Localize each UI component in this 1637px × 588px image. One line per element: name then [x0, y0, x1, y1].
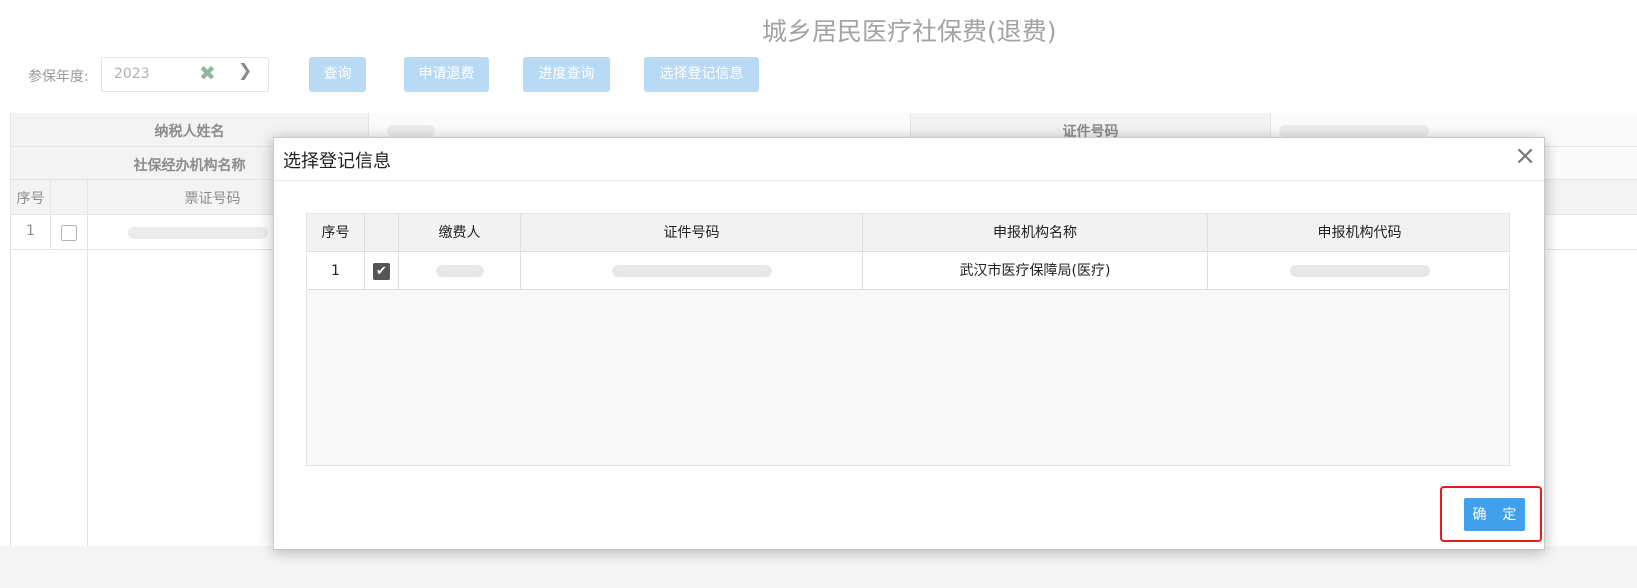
page: 城乡居民医疗社保费(退费) 参保年度: 2023 ✖ ❯ 查询 申请退费 进度查… — [0, 0, 1637, 588]
list-check-header — [51, 180, 88, 214]
row-agency-code — [1208, 252, 1511, 289]
page-title: 城乡居民医疗社保费(退费) — [762, 17, 1057, 46]
chevron-down-icon[interactable]: ❯ — [238, 61, 252, 81]
grid-row[interactable]: 1 ✔ 武汉市医疗保障局(医疗) — [307, 252, 1509, 290]
year-value: 2023 — [114, 66, 150, 82]
list-index-header: 序号 — [11, 180, 51, 214]
query-button[interactable]: 查询 — [309, 57, 366, 92]
check-icon[interactable]: ✔ — [373, 262, 390, 280]
col-payer-header: 缴费人 — [399, 214, 521, 251]
col-check-header — [365, 214, 399, 251]
year-label: 参保年度: — [28, 69, 89, 85]
list-row-index: 1 — [11, 215, 51, 249]
list-row-checkbox[interactable] — [61, 225, 77, 241]
year-select[interactable]: 2023 ✖ ❯ — [101, 57, 269, 92]
row-agency-name: 武汉市医疗保障局(医疗) — [863, 252, 1208, 289]
list-row-checkbox-cell — [51, 215, 88, 249]
row-checkbox-cell: ✔ — [365, 252, 399, 289]
row-id-number — [521, 252, 863, 289]
close-icon[interactable]: × — [1514, 140, 1536, 172]
select-registration-dialog: 选择登记信息 × 序号 缴费人 证件号码 申报机构名称 申报机构代码 1 ✔ 武… — [273, 137, 1545, 550]
col-agency-name-header: 申报机构名称 — [863, 214, 1208, 251]
dialog-header: 选择登记信息 × — [274, 138, 1544, 181]
registration-grid: 序号 缴费人 证件号码 申报机构名称 申报机构代码 1 ✔ 武汉市医疗保障局(医… — [306, 213, 1510, 466]
page-footer-area — [0, 546, 1637, 588]
col-agency-code-header: 申报机构代码 — [1317, 225, 1402, 241]
row-index: 1 — [307, 252, 365, 289]
progress-query-button[interactable]: 进度查询 — [523, 57, 610, 92]
col-index-header: 序号 — [307, 214, 365, 251]
confirm-button[interactable]: 确 定 — [1464, 498, 1525, 531]
row-payer — [399, 252, 521, 289]
clear-icon[interactable]: ✖ — [199, 61, 216, 85]
list-left-border — [11, 250, 88, 548]
apply-refund-button[interactable]: 申请退费 — [404, 57, 489, 92]
dialog-title: 选择登记信息 — [283, 151, 391, 172]
grid-header-row: 序号 缴费人 证件号码 申报机构名称 申报机构代码 — [307, 214, 1509, 252]
col-id-number-header: 证件号码 — [521, 214, 863, 251]
select-registration-button[interactable]: 选择登记信息 — [644, 57, 759, 92]
